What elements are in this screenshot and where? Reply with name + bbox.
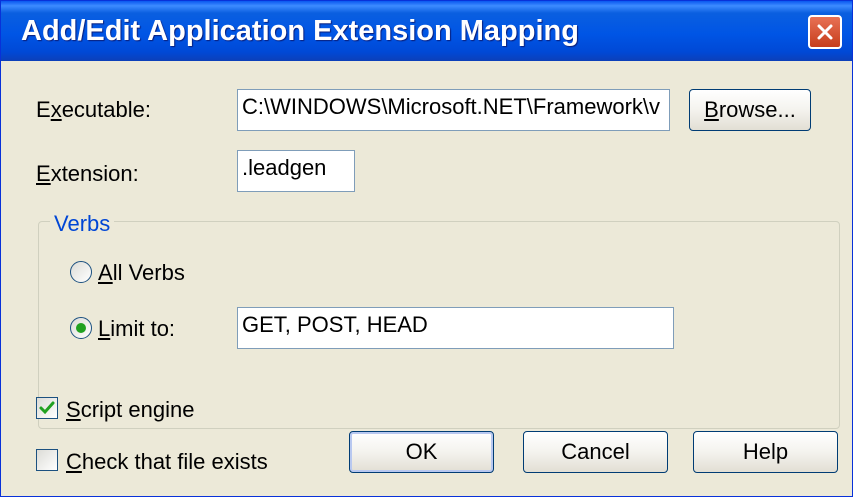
cancel-label: Cancel [561, 439, 630, 464]
cancel-button[interactable]: Cancel [523, 431, 668, 473]
help-button[interactable]: Help [693, 431, 838, 473]
check-mark-icon [39, 401, 55, 415]
script-engine-checkbox[interactable] [36, 397, 58, 419]
dialog-title: Add/Edit Application Extension Mapping [21, 15, 579, 47]
close-icon [817, 24, 833, 40]
title-bar[interactable]: Add/Edit Application Extension Mapping [1, 1, 852, 61]
check-file-exists-label[interactable]: Check that file exists [66, 449, 268, 475]
limit-to-label[interactable]: Limit to: [98, 316, 175, 342]
limit-to-radio[interactable] [70, 317, 92, 339]
executable-input[interactable]: C:\WINDOWS\Microsoft.NET\Framework\v [237, 89, 670, 131]
browse-label: Browse... [704, 97, 796, 122]
help-label: Help [742, 439, 789, 464]
all-verbs-radio[interactable] [70, 261, 92, 283]
all-verbs-label[interactable]: All Verbs [98, 260, 185, 286]
browse-button[interactable]: Browse... [689, 89, 811, 131]
ok-label: OK [405, 439, 438, 464]
ok-button[interactable]: OK [349, 431, 494, 473]
script-engine-label[interactable]: Script engine [66, 397, 194, 423]
verbs-group-title: Verbs [50, 211, 115, 237]
limit-to-input[interactable]: GET, POST, HEAD [237, 307, 674, 349]
dialog-body: Executable: C:\WINDOWS\Microsoft.NET\Fra… [6, 61, 847, 493]
extension-input[interactable]: .leadgen [237, 150, 355, 192]
extension-label: Extension: [36, 161, 139, 186]
executable-label: Executable: [36, 97, 151, 122]
radio-selected-dot [76, 323, 86, 333]
check-file-exists-checkbox[interactable] [36, 449, 58, 471]
dialog-window: Add/Edit Application Extension Mapping E… [0, 0, 853, 497]
close-button[interactable] [808, 15, 842, 49]
